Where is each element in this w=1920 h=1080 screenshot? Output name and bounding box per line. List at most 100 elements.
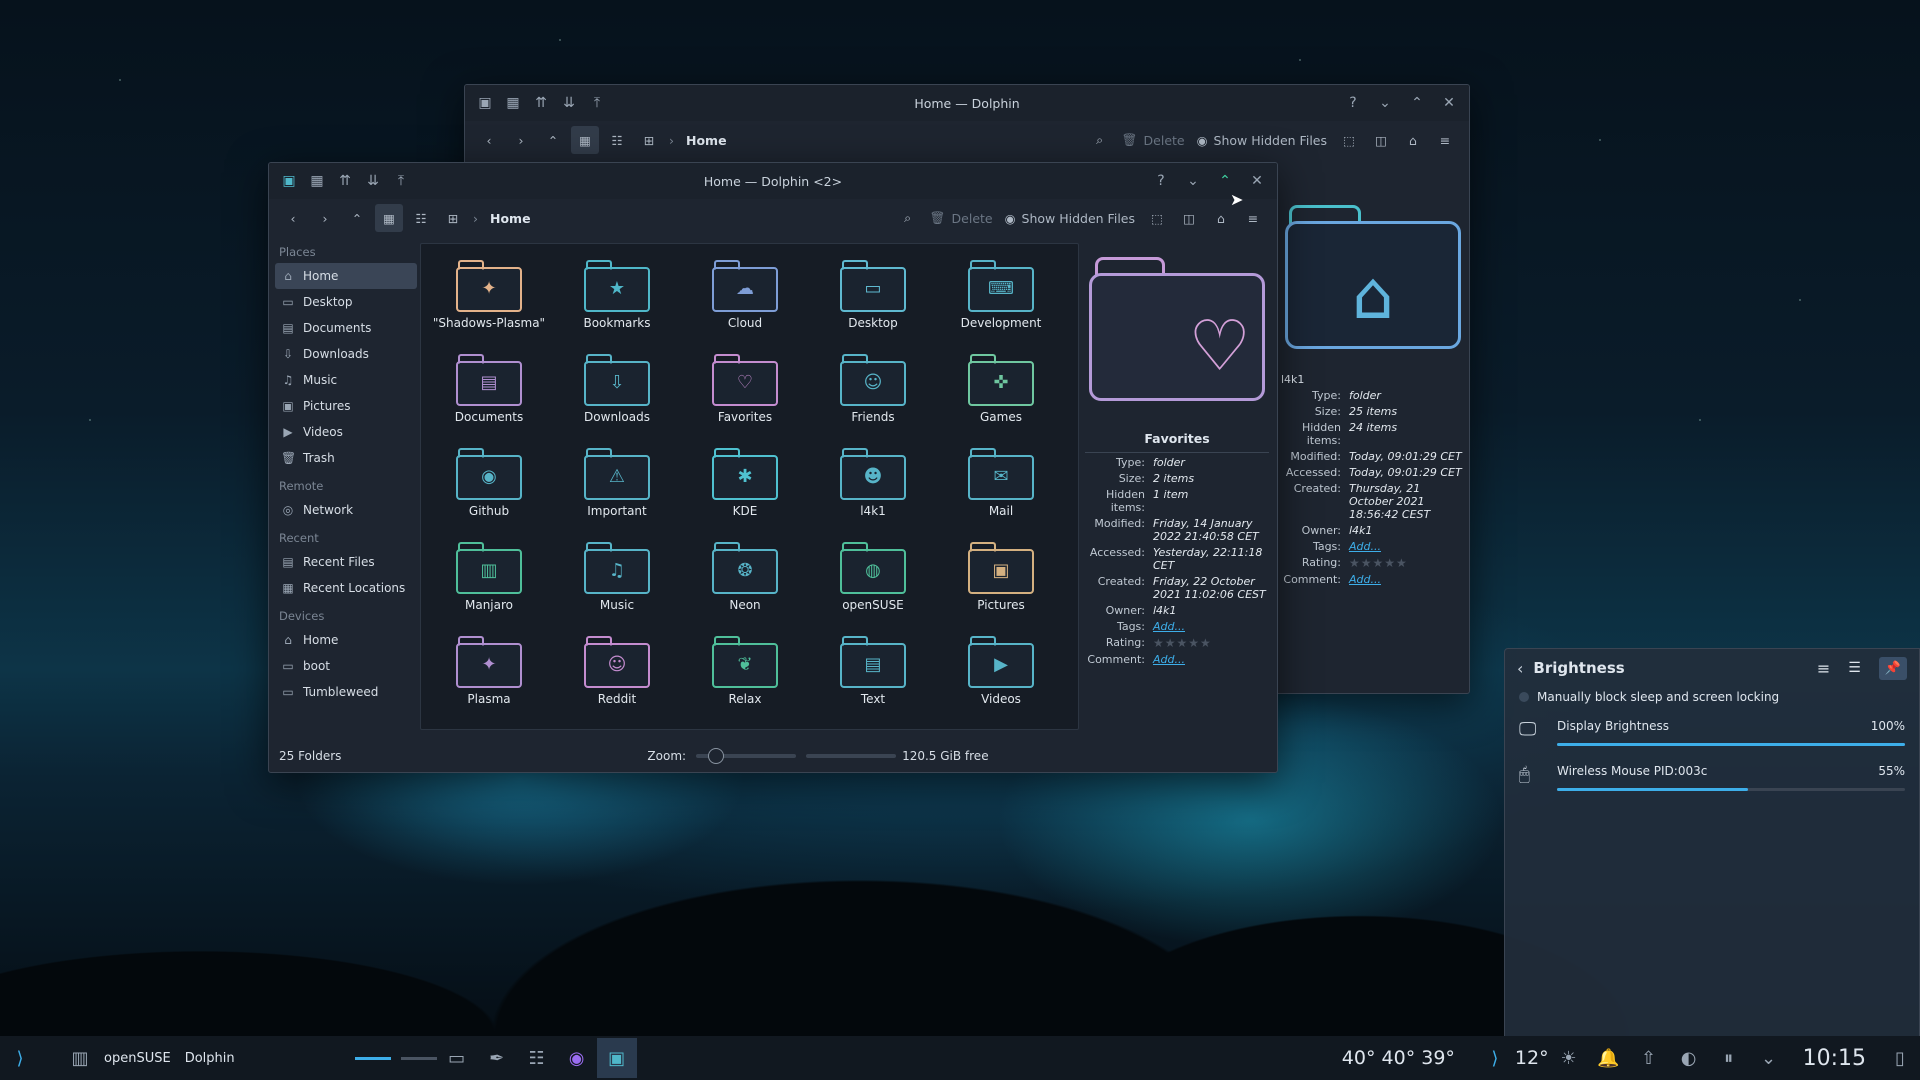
places-item-boot[interactable]: ▭ boot [275, 653, 417, 679]
places-item-trash[interactable]: 🗑 Trash [275, 445, 417, 471]
configure-icon[interactable]: ☰ [1848, 660, 1861, 676]
folder-item[interactable]: ✱ KDE [681, 442, 809, 536]
settings-app-icon[interactable]: ☷ [517, 1038, 557, 1078]
close-icon[interactable]: ✕ [1435, 90, 1463, 116]
folder-item[interactable]: ▤ Documents [425, 348, 553, 442]
folder-item[interactable]: ✦ Plasma [425, 630, 553, 724]
folder-item[interactable]: ◉ Github [425, 442, 553, 536]
help-icon[interactable]: ? [1147, 168, 1175, 194]
up-icon[interactable]: ⌃ [343, 204, 371, 232]
places-item-network[interactable]: ◎ Network [275, 497, 417, 523]
inhibit-checkbox[interactable] [1519, 692, 1529, 702]
app-launcher-icon[interactable]: ⟩ [0, 1038, 40, 1078]
window-menu-icon[interactable]: ▦ [303, 168, 331, 194]
shade-icon[interactable]: ⤒ [583, 90, 611, 116]
folder-item[interactable]: ☁ Cloud [681, 254, 809, 348]
places-item-recent-files[interactable]: ▤ Recent Files [275, 549, 417, 575]
folder-item[interactable]: ⚠ Important [553, 442, 681, 536]
breadcrumb-home[interactable]: Home [484, 211, 537, 226]
folder-item[interactable]: ⌨ Development [937, 254, 1065, 348]
notification-icon[interactable]: 🔔 [1589, 1038, 1629, 1078]
file-view[interactable]: ✦ "Shadows-Plasma" ★ Bookmarks ☁ Cloud ▭ Deskto… [420, 243, 1079, 730]
firefox-icon[interactable]: ◉ [557, 1038, 597, 1078]
folder-item[interactable]: ♫ Music [553, 536, 681, 630]
places-item-recent-locations[interactable]: ▦ Recent Locations [275, 575, 417, 601]
forward-icon[interactable]: › [507, 126, 535, 154]
folder-item[interactable]: ✉ Mail [937, 442, 1065, 536]
places-item-documents[interactable]: ▤ Documents [275, 315, 417, 341]
show-desktop-icon[interactable]: ▯ [1880, 1038, 1920, 1078]
back-icon[interactable]: ‹ [475, 126, 503, 154]
places-item-videos[interactable]: ▶ Videos [275, 419, 417, 445]
folder-item[interactable]: ✜ Games [937, 348, 1065, 442]
folder-item[interactable]: ★ Bookmarks [553, 254, 681, 348]
maximize-icon[interactable]: ⌃ [1403, 90, 1431, 116]
keep-below-icon[interactable]: ⇊ [359, 168, 387, 194]
zoom-slider[interactable] [696, 748, 797, 764]
places-item-tumbleweed[interactable]: ▭ Tumbleweed [275, 679, 417, 705]
folder-item[interactable]: ▣ Pictures [937, 536, 1065, 630]
folder-item[interactable]: ◍ openSUSE [809, 536, 937, 630]
folder-item[interactable]: ▥ Manjaro [425, 536, 553, 630]
brightness-icon[interactable]: ◐ [1669, 1038, 1709, 1078]
dolphin-window[interactable]: ▣ ▦ ⇈ ⇊ ⤒ Home — Dolphin <2> ? ⌄ ⌃ ✕ ‹ ›… [268, 162, 1278, 773]
add-link[interactable]: Add... [1349, 573, 1381, 586]
places-item-home[interactable]: ⌂ Home [275, 263, 417, 289]
back-arrow-icon[interactable]: ‹ [1517, 659, 1523, 678]
add-link[interactable]: Add... [1153, 653, 1185, 666]
folder-item[interactable]: ▭ Desktop [809, 254, 937, 348]
sun-icon[interactable]: ☀ [1549, 1038, 1589, 1078]
menu-icon[interactable]: ≡ [1431, 126, 1459, 154]
places-item-home[interactable]: ⌂ Home [275, 627, 417, 653]
menu-icon[interactable]: ≡ [1817, 659, 1830, 678]
close-icon[interactable]: ✕ [1243, 168, 1271, 194]
add-link[interactable]: Add... [1349, 540, 1381, 553]
compact-view-icon[interactable]: ☷ [603, 126, 631, 154]
folder-item[interactable]: ☺ Friends [809, 348, 937, 442]
places-item-music[interactable]: ♫ Music [275, 367, 417, 393]
icons-view-icon[interactable]: ▦ [375, 204, 403, 232]
pager-icon[interactable]: ▥ [60, 1038, 100, 1078]
back-icon[interactable]: ‹ [279, 204, 307, 232]
window-menu-icon[interactable]: ▦ [499, 90, 527, 116]
delete-button[interactable]: 🗑 Delete [926, 204, 997, 232]
places-item-desktop[interactable]: ▭ Desktop [275, 289, 417, 315]
help-icon[interactable]: ? [1339, 90, 1367, 116]
places-item-downloads[interactable]: ⇩ Downloads [275, 341, 417, 367]
places-item-pictures[interactable]: ▣ Pictures [275, 393, 417, 419]
minimize-icon[interactable]: ⌄ [1179, 168, 1207, 194]
split-icon[interactable]: ◫ [1175, 204, 1203, 232]
kde-connect-icon[interactable]: ⟩ [1475, 1038, 1515, 1078]
task-opensuse[interactable]: openSUSE [104, 1051, 171, 1066]
folder-item[interactable]: ❂ Neon [681, 536, 809, 630]
keep-above-icon[interactable]: ⇈ [331, 168, 359, 194]
expand-tray-icon[interactable]: ⌄ [1749, 1038, 1789, 1078]
show-hidden-button[interactable]: ◉ Show Hidden Files [1001, 204, 1139, 232]
media-pause-icon[interactable]: ⏸ [1709, 1038, 1749, 1078]
details-view-icon[interactable]: ⊞ [439, 204, 467, 232]
search-icon[interactable]: ⌕ [894, 204, 922, 232]
keep-below-icon[interactable]: ⇊ [555, 90, 583, 116]
brightness-slider[interactable] [1557, 743, 1905, 746]
back-titlebar[interactable]: ▣ ▦ ⇈ ⇊ ⤒ Home — Dolphin ? ⌄ ⌃ ✕ [465, 85, 1469, 121]
up-icon[interactable]: ⌃ [539, 126, 567, 154]
add-link[interactable]: Add... [1153, 620, 1185, 633]
select-icon[interactable]: ⬚ [1335, 126, 1363, 154]
dolphin-task-icon[interactable]: ▣ [596, 1038, 637, 1078]
folder-item[interactable]: ☻ l4k1 [809, 442, 937, 536]
shade-icon[interactable]: ⤒ [387, 168, 415, 194]
folder-item[interactable]: ▤ Text [809, 630, 937, 724]
folder-item[interactable]: ❦ Relax [681, 630, 809, 724]
select-icon[interactable]: ⬚ [1143, 204, 1171, 232]
split-icon[interactable]: ◫ [1367, 126, 1395, 154]
pin-icon[interactable]: 📌 [1878, 656, 1907, 680]
home-icon[interactable]: ⌂ [1399, 126, 1427, 154]
compact-view-icon[interactable]: ☷ [407, 204, 435, 232]
task-dolphin[interactable]: Dolphin [185, 1051, 235, 1066]
dolphin-app-icon[interactable]: ▣ [471, 90, 499, 116]
show-hidden-button[interactable]: ◉ Show Hidden Files [1193, 126, 1331, 154]
details-view-icon[interactable]: ⊞ [635, 126, 663, 154]
icons-view-icon[interactable]: ▦ [571, 126, 599, 154]
rating-stars[interactable]: ★★★★★ [1349, 556, 1408, 570]
search-icon[interactable]: ⌕ [1086, 126, 1114, 154]
